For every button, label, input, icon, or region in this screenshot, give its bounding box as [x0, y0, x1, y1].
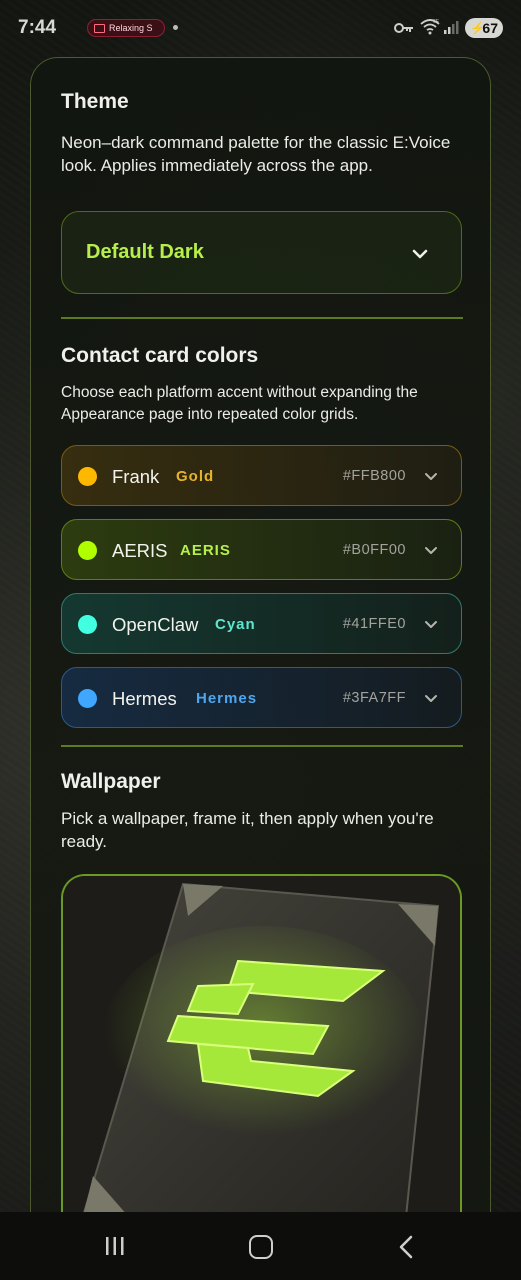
back-icon[interactable] — [398, 1235, 414, 1259]
tv-icon — [94, 23, 105, 33]
charging-icon: ⚡ — [470, 21, 485, 35]
home-icon[interactable] — [249, 1235, 273, 1259]
wallpaper-image — [63, 876, 460, 1244]
battery-icon: ⚡ 67 — [465, 18, 503, 38]
chevron-down-icon — [412, 249, 428, 259]
wallpaper-description: Pick a wallpaper, frame it, then apply w… — [61, 809, 434, 851]
contact-colors-title: Contact card colors — [61, 344, 259, 367]
contact-tag: Hermes — [196, 690, 258, 707]
wallpaper-title: Wallpaper — [61, 770, 161, 793]
recent-apps-icon[interactable] — [104, 1236, 126, 1256]
color-row-aeris[interactable]: AERIS AERIS #B0FF00 — [61, 519, 462, 580]
contact-name: AERIS — [112, 540, 168, 561]
theme-title: Theme — [61, 90, 129, 113]
wallpaper-preview[interactable] — [61, 874, 462, 1244]
color-swatch — [78, 615, 97, 634]
media-label: Relaxing S — [109, 23, 153, 33]
system-nav-bar — [0, 1212, 521, 1280]
contact-tag: Gold — [176, 468, 215, 485]
notification-dot — [173, 25, 178, 30]
color-swatch — [78, 689, 97, 708]
color-hex: #3FA7FF — [342, 690, 406, 706]
contact-name: Frank — [112, 466, 160, 487]
color-row-frank[interactable]: Frank Gold #FFB800 — [61, 445, 462, 506]
status-bar: 7:44 Relaxing S 6E ⚡ 67 — [0, 0, 521, 56]
color-hex: #B0FF00 — [342, 542, 406, 558]
contact-tag: Cyan — [215, 616, 256, 633]
chevron-down-icon — [425, 547, 437, 554]
contact-tag: AERIS — [180, 542, 231, 559]
section-divider — [61, 745, 463, 747]
color-row-openclaw[interactable]: OpenClaw Cyan #41FFE0 — [61, 593, 462, 654]
color-hex: #FFB800 — [342, 468, 406, 484]
appearance-panel: Theme Neon–dark command palette for the … — [30, 57, 491, 1244]
contact-colors-description: Choose each platform accent without expa… — [61, 384, 418, 423]
contact-name: OpenClaw — [112, 614, 199, 635]
theme-description: Neon–dark command palette for the classi… — [61, 133, 451, 175]
color-swatch — [78, 467, 97, 486]
color-row-hermes[interactable]: Hermes Hermes #3FA7FF — [61, 667, 462, 728]
section-divider — [61, 317, 463, 319]
theme-dropdown[interactable]: Default Dark — [61, 211, 462, 294]
wifi-icon: 6E — [420, 19, 440, 35]
chevron-down-icon — [425, 695, 437, 702]
signal-icon — [444, 21, 459, 34]
status-time: 7:44 — [18, 17, 57, 38]
chevron-down-icon — [425, 473, 437, 480]
wifi-label: 6E — [433, 19, 440, 25]
color-swatch — [78, 541, 97, 560]
color-hex: #41FFE0 — [342, 616, 406, 632]
chevron-down-icon — [425, 621, 437, 628]
vpn-key-icon — [394, 23, 413, 33]
contact-name: Hermes — [112, 688, 177, 709]
media-playing-chip[interactable]: Relaxing S — [87, 19, 165, 37]
theme-selected-value: Default Dark — [86, 241, 204, 263]
